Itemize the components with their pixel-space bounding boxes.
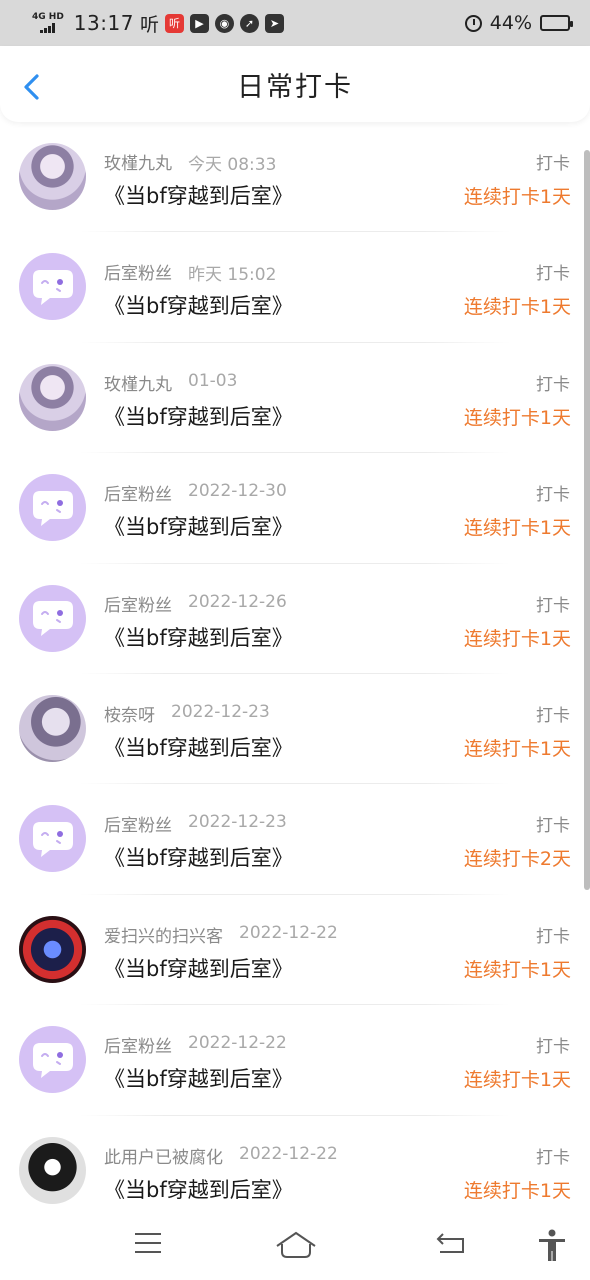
checkin-date: 今天 08:33: [188, 155, 277, 175]
streak-count: 连续打卡1天: [463, 1179, 571, 1202]
chat-bubble-icon: [32, 1042, 73, 1078]
checkin-row[interactable]: 桉奈呀 2022-12-23 《当bf穿越到后室》 打卡连续打卡1天: [0, 674, 590, 785]
video-app-icon: ▶: [189, 13, 209, 33]
chat-bubble-icon: [32, 821, 73, 857]
user-name[interactable]: 此用户已被腐化: [104, 1143, 223, 1168]
checkin-row[interactable]: 玫槿九丸 01-03 《当bf穿越到后室》 打卡连续打卡1天: [0, 343, 590, 454]
user-avatar[interactable]: [19, 1136, 86, 1204]
book-title[interactable]: 《当bf穿越到后室》: [104, 290, 293, 320]
home-icon[interactable]: [275, 1230, 317, 1260]
streak-count: 连续打卡1天: [463, 1069, 571, 1092]
menu-icon[interactable]: [133, 1230, 163, 1256]
streak-count: 连续打卡1天: [463, 958, 571, 981]
back-arrow-icon[interactable]: [20, 72, 46, 102]
streak-count: 连续打卡1天: [463, 296, 571, 319]
battery-percent: 44%: [489, 12, 532, 34]
chat-app-icon: ◉: [214, 13, 234, 33]
checkin-action-label: 打卡: [536, 1147, 570, 1168]
checkin-list[interactable]: 玫槿九丸 今天 08:33 《当bf穿越到后室》 打卡 连续打卡1天 后室粉丝 昨天 15:…: [0, 122, 590, 1210]
checkin-action-label: 打卡: [536, 705, 570, 726]
book-title[interactable]: 《当bf穿越到后室》: [104, 180, 293, 210]
user-avatar[interactable]: [19, 474, 86, 542]
chat-bubble-icon: [32, 490, 73, 526]
listen-label: 听: [139, 13, 159, 36]
checkin-date: 2022-12-23: [188, 812, 287, 833]
user-name[interactable]: 后室粉丝: [104, 811, 172, 836]
title-bar: 日常打卡: [0, 46, 590, 122]
listen-app-icon: 听: [164, 13, 184, 33]
book-title[interactable]: 《当bf穿越到后室》: [104, 1174, 293, 1204]
book-title[interactable]: 《当bf穿越到后室》: [104, 511, 293, 541]
checkin-action-label: 打卡: [536, 1037, 570, 1058]
checkin-date: 2022-12-26: [188, 591, 287, 612]
user-avatar[interactable]: [19, 915, 86, 983]
user-name[interactable]: 后室粉丝: [104, 480, 172, 505]
user-name[interactable]: 玫槿九丸: [104, 370, 172, 395]
checkin-date: 2022-12-22: [188, 1033, 287, 1054]
accessibility-icon[interactable]: [537, 1228, 567, 1262]
user-name[interactable]: 后室粉丝: [104, 259, 172, 284]
checkin-row[interactable]: 后室粉丝 昨天 15:02 《当bf穿越到后室》 打卡连续打卡1天: [0, 232, 590, 343]
streak-count: 连续打卡1天: [463, 517, 571, 540]
checkin-action-label: 打卡: [536, 816, 570, 837]
book-title[interactable]: 《当bf穿越到后室》: [104, 622, 293, 652]
checkin-row[interactable]: 后室粉丝 2022-12-23 《当bf穿越到后室》 打卡连续打卡2天: [0, 784, 590, 895]
network-type: 4G HD: [32, 12, 64, 22]
system-nav-bar: [0, 1210, 590, 1280]
send-app-icon: ➤: [264, 13, 284, 33]
book-title[interactable]: 《当bf穿越到后室》: [104, 401, 293, 431]
user-avatar[interactable]: [19, 143, 86, 210]
checkin-date: 昨天 15:02: [188, 265, 277, 286]
compass-app-icon: ➚: [239, 13, 259, 33]
checkin-action-label: 打卡: [536, 926, 570, 947]
page-title: 日常打卡: [237, 71, 353, 103]
streak-count: 连续打卡1天: [463, 406, 571, 429]
user-avatar[interactable]: [19, 694, 86, 762]
book-title[interactable]: 《当bf穿越到后室》: [104, 1063, 293, 1093]
checkin-row[interactable]: 爱扫兴的扫兴客 2022-12-22 《当bf穿越到后室》 打卡连续打卡1天: [0, 895, 590, 1006]
streak-count: 连续打卡1天: [463, 627, 571, 650]
signal-icon: 4G HD: [32, 13, 64, 33]
checkin-row[interactable]: 后室粉丝 2022-12-22 《当bf穿越到后室》 打卡连续打卡1天: [0, 1005, 590, 1116]
book-title[interactable]: 《当bf穿越到后室》: [104, 953, 293, 983]
checkin-row[interactable]: 后室粉丝 2022-12-26 《当bf穿越到后室》 打卡连续打卡1天: [0, 564, 590, 674]
back-icon[interactable]: [434, 1230, 466, 1256]
user-avatar[interactable]: [19, 584, 86, 652]
checkin-action-label: 打卡: [536, 485, 570, 506]
scrollbar[interactable]: [584, 150, 590, 890]
user-name[interactable]: 后室粉丝: [104, 591, 172, 616]
battery-icon: [540, 15, 573, 31]
user-name[interactable]: 后室粉丝: [104, 1032, 172, 1057]
checkin-action-label: 打卡: [536, 595, 570, 616]
alarm-icon: [464, 14, 482, 32]
checkin-date: 2022-12-22: [239, 1143, 338, 1164]
checkin-action-label: 打卡: [536, 374, 570, 395]
streak-count: 连续打卡1天: [463, 737, 571, 760]
checkin-date: 01-03: [188, 370, 238, 391]
user-avatar[interactable]: [19, 253, 86, 321]
checkin-row[interactable]: 此用户已被腐化 2022-12-22 《当bf穿越到后室》 打卡连续打卡1天: [0, 1116, 590, 1210]
streak-count: 连续打卡1天: [463, 186, 571, 208]
status-bar: 4G HD 13:17 听 听 ▶ ◉ ➚ ➤ 44%: [0, 0, 590, 46]
user-avatar[interactable]: [19, 1026, 86, 1094]
user-avatar[interactable]: [19, 805, 86, 873]
checkin-action-label: 打卡: [536, 264, 570, 285]
chat-bubble-icon: [32, 601, 73, 637]
clock: 13:17: [73, 11, 134, 35]
checkin-row[interactable]: 玫槿九丸 今天 08:33 《当bf穿越到后室》 打卡连续打卡1天: [0, 122, 590, 233]
user-name[interactable]: 玫槿九丸: [104, 149, 172, 174]
user-name[interactable]: 爱扫兴的扫兴客: [104, 922, 223, 947]
checkin-action-label: 打卡: [536, 154, 570, 174]
book-title[interactable]: 《当bf穿越到后室》: [104, 842, 293, 872]
checkin-row[interactable]: 后室粉丝 2022-12-30 《当bf穿越到后室》 打卡连续打卡1天: [0, 453, 590, 564]
checkin-date: 2022-12-23: [171, 701, 270, 722]
checkin-date: 2022-12-22: [239, 922, 338, 943]
checkin-date: 2022-12-30: [188, 481, 287, 502]
user-avatar[interactable]: [19, 363, 86, 431]
chat-bubble-icon: [32, 269, 73, 305]
user-name[interactable]: 桉奈呀: [104, 701, 155, 726]
streak-count: 连续打卡2天: [463, 848, 571, 871]
book-title[interactable]: 《当bf穿越到后室》: [104, 732, 293, 762]
